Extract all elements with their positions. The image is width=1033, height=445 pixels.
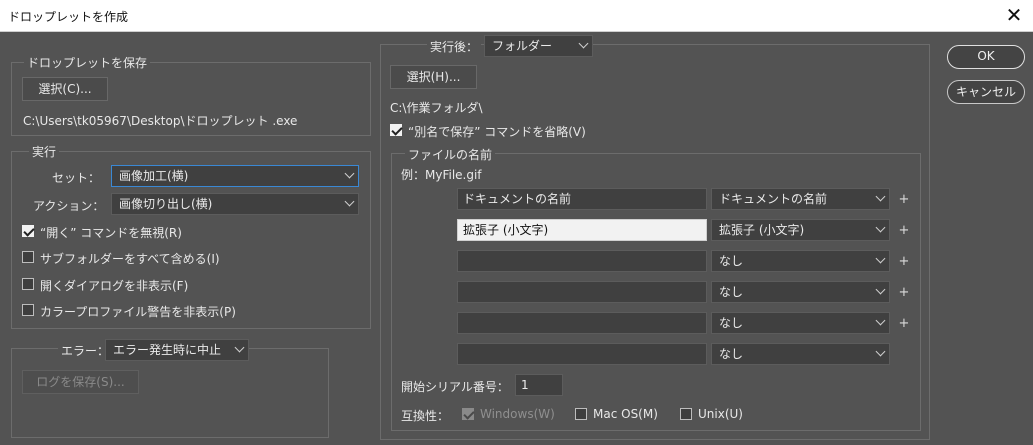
chevron-down-icon — [344, 168, 355, 179]
hide-open-dialog-option[interactable]: 開くダイアログを非表示(F) — [22, 277, 322, 293]
name-part-select-value: ドキュメントの名前 — [719, 192, 828, 206]
serial-label: 開始シリアル番号： — [401, 380, 509, 394]
omit-save-as-checkbox[interactable] — [390, 124, 402, 136]
chevron-down-icon — [578, 38, 589, 49]
action-label: アクション： — [33, 199, 105, 213]
action-select[interactable]: 画像切り出し(横) — [111, 193, 359, 215]
chevron-down-icon — [875, 222, 886, 233]
omit-save-as-label: “別名で保存” コマンドを省略(V) — [408, 125, 586, 139]
chevron-down-icon — [875, 191, 886, 202]
save-droplet-legend: ドロップレットを保存 — [24, 54, 151, 71]
compat-windows-checkbox[interactable] — [462, 408, 474, 420]
include-subfolders-checkbox[interactable] — [22, 251, 34, 263]
error-select[interactable]: エラー発生時に中止 — [105, 339, 249, 361]
compat-windows-label: Windows(W) — [480, 407, 555, 421]
destination-path: C:\作業フォルダ\ — [390, 101, 483, 115]
error-label: エラー： — [58, 342, 113, 359]
name-part-input-6[interactable] — [457, 343, 707, 365]
choose-droplet-button[interactable]: 選択(C)... — [22, 77, 108, 101]
save-log-button[interactable]: ログを保存(S)... — [22, 370, 139, 394]
add-row-icon[interactable]: + — [898, 192, 910, 207]
file-naming-legend: ファイルの名前 — [405, 146, 496, 163]
name-part-select-value: なし — [719, 347, 744, 361]
ignore-open-label: “開く” コマンドを無視(R) — [40, 226, 182, 240]
name-part-select-3[interactable]: なし — [711, 250, 890, 272]
chevron-down-icon — [344, 196, 355, 207]
chevron-down-icon — [234, 342, 245, 353]
chevron-down-icon — [875, 346, 886, 357]
compat-label: 互換性： — [401, 409, 450, 423]
compat-mac-checkbox[interactable] — [575, 408, 587, 420]
set-select-value: 画像加工(横) — [119, 169, 189, 183]
set-select[interactable]: 画像加工(横) — [111, 165, 359, 187]
title-bar: ドロップレットを作成 ✕ — [0, 0, 1033, 32]
name-part-select-value: 拡張子 (小文字) — [719, 223, 805, 237]
destination-select-value: フォルダー — [492, 39, 553, 53]
hide-profile-warning-option[interactable]: カラープロファイル警告を非表示(P) — [22, 303, 322, 319]
run-legend: 実行 — [29, 143, 60, 160]
compat-windows-option[interactable]: Windows(W) — [462, 407, 562, 423]
name-part-input-5[interactable] — [457, 312, 707, 334]
hide-profile-warning-checkbox[interactable] — [22, 304, 34, 316]
file-name-example: 例：MyFile.gif — [401, 168, 482, 182]
name-part-select-6[interactable]: なし — [711, 343, 890, 365]
serial-input[interactable]: 1 — [515, 374, 563, 396]
destination-label: 実行後： — [427, 38, 482, 55]
compat-mac-option[interactable]: Mac OS(M) — [575, 407, 675, 423]
droplet-path: C:\Users\tk05967\Desktop\ドロップレット .exe — [23, 114, 298, 128]
cancel-button[interactable]: キャンセル — [947, 80, 1025, 104]
action-select-value: 画像切り出し(横) — [119, 197, 213, 211]
destination-select[interactable]: フォルダー — [484, 35, 593, 57]
ignore-open-option[interactable]: “開く” コマンドを無視(R) — [22, 224, 322, 240]
hide-open-dialog-checkbox[interactable] — [22, 278, 34, 290]
compat-unix-label: Unix(U) — [698, 407, 743, 421]
name-part-select-5[interactable]: なし — [711, 312, 890, 334]
name-part-select-4[interactable]: なし — [711, 281, 890, 303]
ignore-open-checkbox[interactable] — [22, 225, 34, 237]
ok-button[interactable]: OK — [947, 45, 1025, 69]
hide-profile-warning-label: カラープロファイル警告を非表示(P) — [40, 305, 236, 319]
close-icon[interactable]: ✕ — [1001, 3, 1027, 29]
error-select-value: エラー発生時に中止 — [113, 343, 222, 357]
name-part-input-4[interactable] — [457, 281, 707, 303]
compat-unix-option[interactable]: Unix(U) — [680, 407, 780, 423]
add-row-icon[interactable]: + — [898, 223, 910, 238]
omit-save-as-option[interactable]: “別名で保存” コマンドを省略(V) — [390, 123, 690, 139]
name-part-select-2[interactable]: 拡張子 (小文字) — [711, 219, 890, 241]
add-row-icon[interactable]: + — [898, 254, 910, 269]
add-row-icon[interactable]: + — [898, 316, 910, 331]
set-label: セット： — [52, 171, 101, 185]
hide-open-dialog-label: 開くダイアログを非表示(F) — [40, 279, 189, 293]
window-title: ドロップレットを作成 — [8, 10, 129, 24]
choose-destination-button[interactable]: 選択(H)... — [390, 65, 477, 89]
name-part-select-value: なし — [719, 316, 744, 330]
name-part-input-2[interactable]: 拡張子 (小文字) — [457, 219, 707, 241]
name-part-select-value: なし — [719, 285, 744, 299]
name-part-select-value: なし — [719, 254, 744, 268]
chevron-down-icon — [875, 284, 886, 295]
compat-mac-label: Mac OS(M) — [593, 407, 658, 421]
chevron-down-icon — [875, 253, 886, 264]
name-part-select-1[interactable]: ドキュメントの名前 — [711, 188, 890, 210]
chevron-down-icon — [875, 315, 886, 326]
include-subfolders-option[interactable]: サブフォルダーをすべて含める(I) — [22, 250, 322, 266]
name-part-input-3[interactable] — [457, 250, 707, 272]
add-row-icon[interactable]: + — [898, 285, 910, 300]
name-part-input-1[interactable]: ドキュメントの名前 — [457, 188, 707, 210]
compat-unix-checkbox[interactable] — [680, 408, 692, 420]
include-subfolders-label: サブフォルダーをすべて含める(I) — [40, 252, 220, 266]
